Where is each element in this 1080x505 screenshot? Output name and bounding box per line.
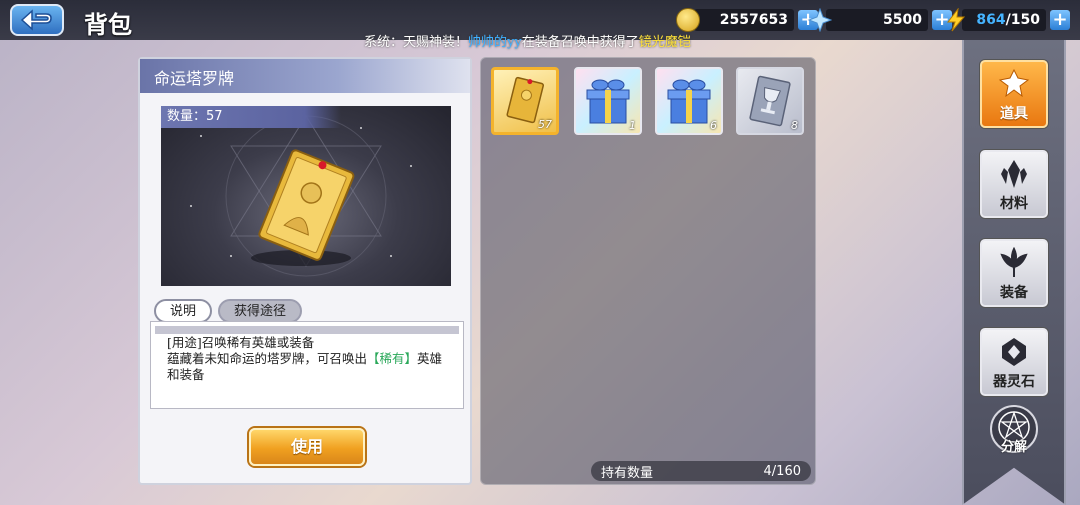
tab-obtain-method[interactable]: 获得途径 bbox=[218, 299, 303, 323]
gold-resource: 2557653 + bbox=[676, 8, 818, 32]
tab-description[interactable]: 说明 bbox=[154, 299, 213, 323]
diamond-resource: 5500 + bbox=[808, 8, 952, 32]
props-icon bbox=[998, 68, 1030, 98]
diamond-value: 5500 bbox=[826, 9, 928, 31]
system-broadcast: 系统：天赐神装！帅帅的yy在装备召唤中获得了镜光魔铠 bbox=[364, 35, 691, 50]
energy-bolt-icon bbox=[944, 8, 968, 32]
item-name: 命运塔罗牌 bbox=[154, 69, 235, 88]
use-button[interactable]: 使用 bbox=[249, 428, 365, 466]
item-detail-panel: 命运塔罗牌 数量：57 说明 获得途径 [用途]召唤稀有英雄或装备 蕴藏着未知命… bbox=[138, 57, 472, 485]
tarot-card-art-icon bbox=[190, 115, 412, 277]
detail-tabs: 说明 获得途径 bbox=[154, 299, 303, 323]
description-top-bar bbox=[155, 326, 459, 334]
inventory-slot[interactable]: 8 bbox=[736, 67, 804, 135]
inventory-slot[interactable]: 57 bbox=[491, 67, 559, 135]
energy-resource: 864/150 + bbox=[944, 8, 1070, 32]
back-arrow-icon bbox=[20, 9, 52, 31]
nav-equipment[interactable]: 装备 bbox=[980, 239, 1048, 307]
description-text: [用途]召唤稀有英雄或装备 蕴藏着未知命运的塔罗牌，可召唤出【稀有】英雄 和装备 bbox=[167, 335, 443, 382]
back-button[interactable] bbox=[10, 4, 64, 36]
nav-props[interactable]: 道具 bbox=[980, 60, 1048, 128]
inventory-slot[interactable]: 1 bbox=[574, 67, 642, 135]
energy-value: 864/150 bbox=[962, 9, 1046, 31]
nav-materials[interactable]: 材料 bbox=[980, 150, 1048, 218]
nav-spirit-stone[interactable]: 器灵石 bbox=[980, 328, 1048, 396]
crystal-icon bbox=[1001, 160, 1027, 188]
inventory-grid: 57 1 6 8 持有数量 4/160 bbox=[480, 57, 816, 485]
diamond-star-icon bbox=[808, 8, 832, 32]
description-box: [用途]召唤稀有英雄或装备 蕴藏着未知命运的塔罗牌，可召唤出【稀有】英雄 和装备 bbox=[150, 321, 464, 409]
decompose-button[interactable]: 分解 bbox=[990, 405, 1038, 455]
spirit-stone-icon bbox=[1002, 338, 1026, 366]
add-energy-button[interactable]: + bbox=[1050, 10, 1070, 30]
held-count: 4/160 bbox=[763, 463, 801, 479]
item-artwork: 数量：57 bbox=[161, 106, 451, 286]
gold-value: 2557653 bbox=[694, 9, 794, 31]
page-title: 背包 bbox=[84, 11, 132, 39]
lily-icon bbox=[1000, 247, 1028, 277]
gold-coin-icon bbox=[676, 8, 700, 32]
held-label: 持有数量 bbox=[601, 465, 654, 481]
item-quantity: 数量：57 bbox=[161, 106, 341, 128]
held-count-bar: 持有数量 4/160 bbox=[591, 461, 811, 481]
detail-header: 命运塔罗牌 bbox=[140, 59, 470, 93]
inventory-slot[interactable]: 6 bbox=[655, 67, 723, 135]
